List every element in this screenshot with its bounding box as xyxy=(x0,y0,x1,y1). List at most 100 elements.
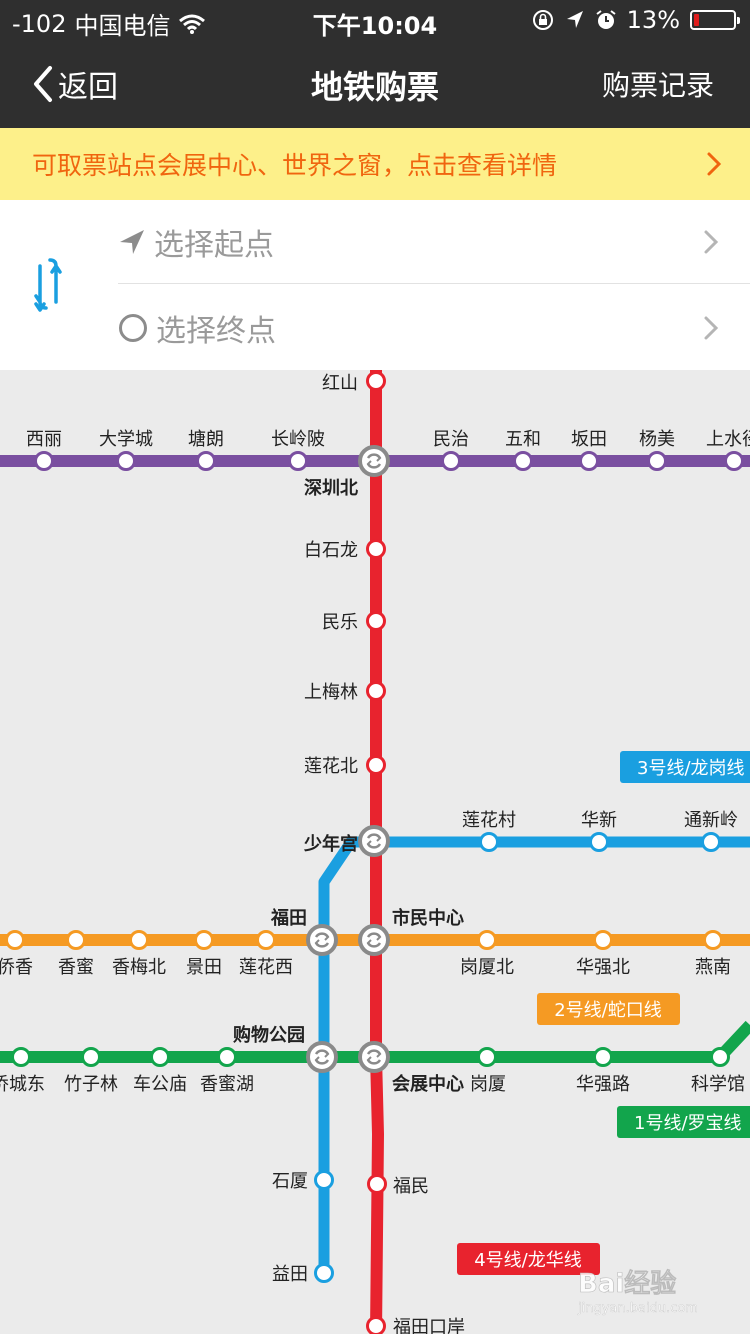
station-label: 华强北 xyxy=(576,957,630,978)
battery-icon xyxy=(690,10,740,30)
station-label: 福田 xyxy=(270,907,307,929)
station-shixia[interactable] xyxy=(314,1170,334,1190)
circle-icon xyxy=(119,314,147,342)
location-icon xyxy=(566,11,583,28)
station-huaqianglu[interactable] xyxy=(593,1047,613,1067)
station-zhuzilin[interactable] xyxy=(81,1047,101,1067)
station-hongshan[interactable] xyxy=(366,371,386,391)
station-gangxiabei[interactable] xyxy=(477,930,497,950)
station-futiankouan[interactable] xyxy=(366,1316,386,1334)
station-label: 岗厦 xyxy=(470,1074,506,1095)
end-station-selector[interactable]: 选择终点 xyxy=(118,286,750,370)
station-wuhe[interactable] xyxy=(513,451,533,471)
notice-text: 可取票站点会展中心、世界之窗，点击查看详情 xyxy=(32,151,558,180)
station-label: 侨城东 xyxy=(0,1074,45,1095)
station-xiangmihu[interactable] xyxy=(217,1047,237,1067)
station-label: 福田口岸 xyxy=(393,1317,465,1334)
chevron-right-icon xyxy=(707,152,722,176)
transfer-station-shaoniangong[interactable] xyxy=(358,825,390,857)
transfer-station-shenzhenbei[interactable] xyxy=(358,445,390,477)
station-label: 西丽 xyxy=(26,429,62,450)
pickup-notice-banner[interactable]: 可取票站点会展中心、世界之窗，点击查看详情 xyxy=(0,128,750,200)
station-label: 香蜜湖 xyxy=(200,1074,254,1095)
station-label: 益田 xyxy=(272,1264,308,1285)
station-label: 香蜜 xyxy=(58,957,94,978)
station-xiangmeibei[interactable] xyxy=(129,930,149,950)
line2-tag[interactable]: 2号线/蛇口线 xyxy=(554,1000,662,1021)
station-lianhuabei[interactable] xyxy=(366,755,386,775)
transfer-station-shiminzhongxin[interactable] xyxy=(358,924,390,956)
station-label: 燕南 xyxy=(695,957,731,978)
station-label: 塘朗 xyxy=(188,429,224,450)
line1-tag[interactable]: 1号线/罗宝线 xyxy=(634,1113,742,1134)
station-baishilong[interactable] xyxy=(366,539,386,559)
station-gangxia[interactable] xyxy=(477,1047,497,1067)
station-label: 华强路 xyxy=(576,1074,630,1095)
station-changlingpi[interactable] xyxy=(288,451,308,471)
navigation-bar: 返回 地铁购票 购票记录 xyxy=(0,40,750,128)
station-minzhi[interactable] xyxy=(441,451,461,471)
end-placeholder: 选择终点 xyxy=(156,314,276,349)
transfer-station-huizhanzhongxin[interactable] xyxy=(358,1041,390,1073)
station-label: 通新岭 xyxy=(684,810,738,831)
station-jingtian[interactable] xyxy=(194,930,214,950)
station-minle[interactable] xyxy=(366,611,386,631)
battery-percent: 13% xyxy=(626,6,680,34)
station-qiaochengdong[interactable] xyxy=(11,1047,31,1067)
metro-map[interactable]: 红山 白石龙 民乐 上梅林 莲花北 福民 福田口岸 西丽 大学城 塘朗 长岭陂 … xyxy=(0,370,750,1334)
station-chegongmiao[interactable] xyxy=(150,1047,170,1067)
station-label: 上梅林 xyxy=(304,682,358,703)
station-shangmeilin[interactable] xyxy=(366,681,386,701)
station-label: 竹子林 xyxy=(64,1074,118,1095)
navigation-arrow-icon xyxy=(120,229,144,254)
purchase-history-button[interactable]: 购票记录 xyxy=(602,64,714,104)
station-label: 市民中心 xyxy=(392,907,464,929)
station-label: 侨香 xyxy=(0,957,33,978)
station-daxuecheng[interactable] xyxy=(116,451,136,471)
station-label: 莲花村 xyxy=(462,810,516,831)
station-label: 白石龙 xyxy=(304,540,358,561)
transfer-station-gouwugongyuan[interactable] xyxy=(306,1041,338,1073)
line4-tag[interactable]: 4号线/龙华线 xyxy=(474,1250,582,1271)
station-label: 车公庙 xyxy=(133,1074,187,1095)
station-label: 石厦 xyxy=(272,1171,308,1192)
station-label: 深圳北 xyxy=(304,477,358,499)
start-placeholder: 选择起点 xyxy=(154,227,274,263)
station-lianhuaxi[interactable] xyxy=(256,930,276,950)
route-selector: 选择起点 选择终点 xyxy=(0,200,750,370)
station-label: 购物公园 xyxy=(233,1024,305,1046)
swap-icon[interactable] xyxy=(26,254,70,314)
station-label: 坂田 xyxy=(571,429,607,450)
metro-map-canvas[interactable]: 红山 白石龙 民乐 上梅林 莲花北 福民 福田口岸 西丽 大学城 塘朗 长岭陂 … xyxy=(0,370,750,1334)
line3-tag[interactable]: 3号线/龙岗线 xyxy=(637,758,745,779)
station-yangmei[interactable] xyxy=(647,451,667,471)
station-label: 岗厦北 xyxy=(460,957,514,978)
station-bantian[interactable] xyxy=(579,451,599,471)
station-huaqiangbei[interactable] xyxy=(593,930,613,950)
station-label: 红山 xyxy=(322,373,358,394)
station-label: 大学城 xyxy=(99,429,153,450)
chevron-right-icon xyxy=(704,230,719,254)
start-station-selector[interactable]: 选择起点 xyxy=(118,200,750,284)
station-label: 少年宫 xyxy=(303,833,358,855)
station-label: 福民 xyxy=(393,1176,429,1197)
transfer-station-futian[interactable] xyxy=(306,924,338,956)
station-xiangmi[interactable] xyxy=(66,930,86,950)
station-fumin[interactable] xyxy=(367,1174,387,1194)
station-label: 科学馆 xyxy=(691,1074,745,1095)
station-xili[interactable] xyxy=(34,451,54,471)
station-tongxinling[interactable] xyxy=(701,832,721,852)
station-shangshuijing[interactable] xyxy=(724,451,744,471)
station-yitian[interactable] xyxy=(314,1263,334,1283)
station-qiaoxiang[interactable] xyxy=(5,930,25,950)
rotation-lock-icon xyxy=(532,10,553,30)
station-lianhuacun[interactable] xyxy=(479,832,499,852)
station-label: 景田 xyxy=(186,957,222,978)
station-kexueguan[interactable] xyxy=(710,1047,730,1067)
station-label: 杨美 xyxy=(639,429,675,450)
station-label: 民治 xyxy=(433,429,469,450)
station-yannan[interactable] xyxy=(703,930,723,950)
station-tanglang[interactable] xyxy=(196,451,216,471)
station-huaxin[interactable] xyxy=(589,832,609,852)
station-label: 民乐 xyxy=(322,612,358,633)
